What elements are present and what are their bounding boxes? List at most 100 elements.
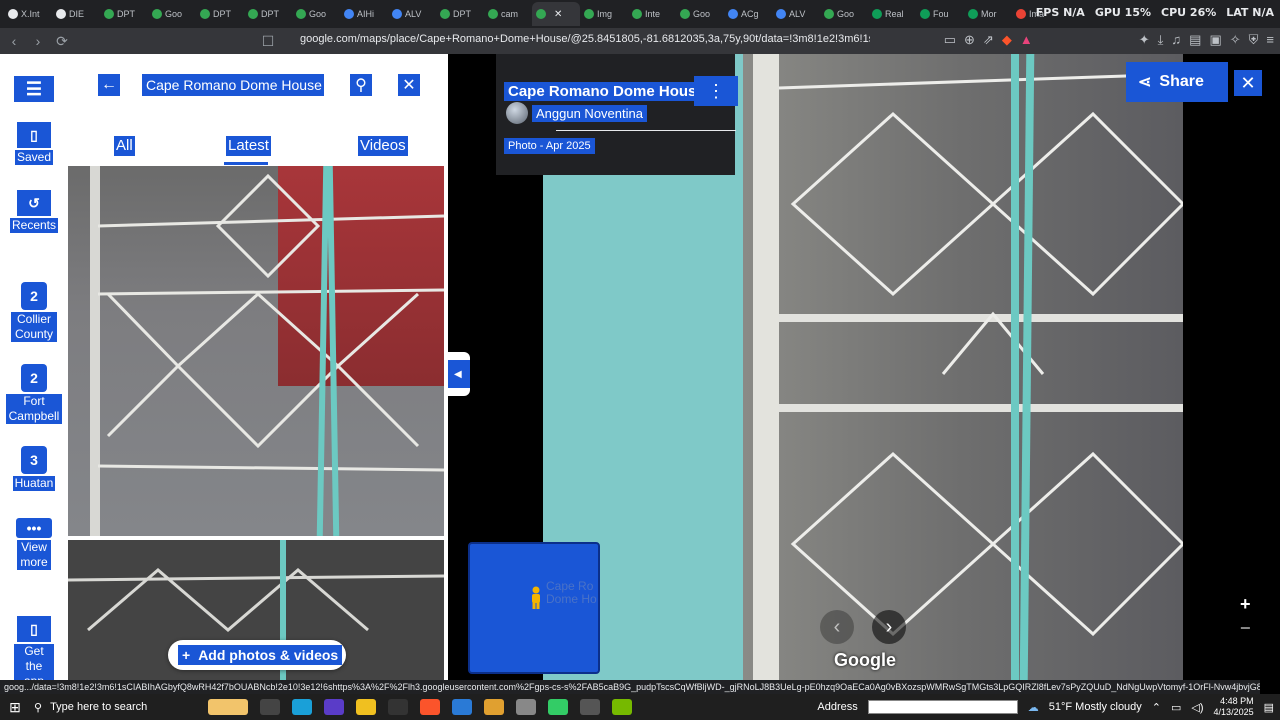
close-viewer-icon[interactable]: ✕: [1234, 70, 1262, 96]
search-icon[interactable]: ⚲: [350, 74, 372, 96]
recent-item-huatan[interactable]: 3 Huatan: [0, 446, 68, 491]
plus-icon: +: [182, 647, 191, 663]
windows-start-icon[interactable]: ⊞: [0, 699, 30, 716]
browser-tab[interactable]: DPT: [100, 2, 148, 26]
tab-favicon-icon: [632, 9, 642, 19]
browser-tab[interactable]: Goo: [676, 2, 724, 26]
app-icon[interactable]: [452, 699, 472, 715]
photo-thumbnail[interactable]: [68, 166, 444, 536]
taskbar-search[interactable]: ⚲ Type here to search: [30, 701, 170, 714]
browser-tab[interactable]: DPT: [244, 2, 292, 26]
recent-item-collier[interactable]: 2 Collier County: [0, 282, 68, 342]
app-icon[interactable]: [548, 699, 568, 715]
file-explorer-icon[interactable]: [356, 699, 376, 715]
forward-icon[interactable]: ›: [28, 31, 48, 51]
minimap[interactable]: Cape Ro Dome Ho: [468, 542, 600, 674]
media-icon[interactable]: ♫: [1171, 32, 1181, 48]
search-input[interactable]: Cape Romano Dome House: [142, 74, 324, 96]
back-arrow-icon[interactable]: ←: [98, 74, 120, 96]
saved-button[interactable]: ▯ Saved: [0, 122, 68, 165]
share-button[interactable]: ⋖ Share: [1126, 62, 1228, 102]
news-icon[interactable]: [208, 699, 248, 715]
network-icon[interactable]: ▭: [1171, 701, 1181, 714]
browser-tab[interactable]: DIE: [52, 2, 100, 26]
app-icon[interactable]: [516, 699, 536, 715]
close-icon[interactable]: ✕: [398, 74, 420, 96]
tab-videos[interactable]: Videos: [358, 136, 408, 156]
search-icon: ⚲: [34, 701, 43, 714]
add-photos-button[interactable]: + Add photos & videos: [168, 640, 346, 670]
brave-icon[interactable]: [420, 699, 440, 715]
next-photo-icon[interactable]: ›: [872, 610, 906, 644]
reload-icon[interactable]: ⟳: [52, 31, 72, 51]
browser-tab[interactable]: cam: [484, 2, 532, 26]
url-field[interactable]: google.com/maps/place/Cape+Romano+Dome+H…: [300, 33, 870, 45]
tab-close-icon[interactable]: ✕: [554, 9, 562, 20]
tab-label: DPT: [117, 9, 135, 19]
browser-tab[interactable]: Inte: [628, 2, 676, 26]
volume-icon[interactable]: ◁): [1191, 701, 1203, 714]
tab-label: Goo: [837, 9, 855, 19]
extensions-icon[interactable]: ✦: [1139, 32, 1150, 48]
browser-tab[interactable]: Real: [868, 2, 916, 26]
browser-tab[interactable]: Mor: [964, 2, 1012, 26]
weather-text[interactable]: 51°F Mostly cloudy: [1049, 701, 1142, 713]
notifications-icon[interactable]: ▤: [1264, 701, 1274, 714]
browser-tab[interactable]: AIHi: [340, 2, 388, 26]
view-more-button[interactable]: ••• View more: [0, 518, 68, 570]
recent-item-fort-campbell[interactable]: 2 Fort Campbell: [0, 364, 68, 424]
browser-tab[interactable]: X.Int: [4, 2, 52, 26]
bookmark-icon[interactable]: ☐: [258, 31, 278, 51]
tab-favicon-icon: [152, 9, 162, 19]
tab-label: Goo: [309, 9, 327, 19]
place-title[interactable]: Cape Romano Dome House: [504, 82, 709, 101]
recent-label: Fort Campbell: [6, 394, 62, 424]
get-app-button[interactable]: ▯ Get the app: [0, 616, 68, 689]
zoom-icon[interactable]: ⊕: [964, 32, 975, 48]
media-player-icon[interactable]: [580, 699, 600, 715]
wallet-icon[interactable]: ▣: [1209, 32, 1221, 48]
toolbar-spacer: [1041, 32, 1131, 48]
app-icon[interactable]: [388, 699, 408, 715]
tab-all[interactable]: All: [114, 136, 135, 156]
clock[interactable]: 4:48 PM 4/13/2025: [1214, 696, 1254, 718]
more-options-icon[interactable]: ⋮: [694, 76, 738, 106]
browser-tab[interactable]: ALV: [772, 2, 820, 26]
menu-button[interactable]: ☰: [0, 76, 68, 102]
app-icon[interactable]: [484, 699, 504, 715]
menu-icon[interactable]: ≡: [1266, 32, 1274, 48]
browser-tab[interactable]: Img: [580, 2, 628, 26]
rewards-icon[interactable]: ▲: [1020, 32, 1033, 48]
download-icon[interactable]: ⤓: [1158, 32, 1164, 48]
edge-icon[interactable]: [292, 699, 312, 715]
tray-chevron-icon[interactable]: ⌃: [1152, 701, 1161, 714]
author-row[interactable]: Anggun Noventina: [506, 102, 647, 124]
recents-button[interactable]: ↺ Recents: [0, 190, 68, 233]
zoom-in-icon[interactable]: +: [1240, 594, 1251, 615]
browser-tab[interactable]: ACg: [724, 2, 772, 26]
prev-photo-icon[interactable]: ‹: [820, 610, 854, 644]
sidebar-icon[interactable]: ▤: [1189, 32, 1201, 48]
browser-tab[interactable]: Goo: [292, 2, 340, 26]
address-toolbar-input[interactable]: [867, 700, 1018, 714]
brave-shield-icon[interactable]: ◆: [1002, 32, 1012, 48]
screen-icon[interactable]: ▭: [944, 32, 956, 48]
tab-latest[interactable]: Latest: [226, 136, 271, 156]
collapse-panel-button[interactable]: ◀: [448, 352, 470, 396]
back-icon[interactable]: ‹: [4, 31, 24, 51]
task-view-icon[interactable]: [260, 699, 280, 715]
browser-tab[interactable]: Goo: [148, 2, 196, 26]
zoom-out-icon[interactable]: −: [1240, 618, 1251, 639]
leo-icon[interactable]: ✧: [1230, 32, 1241, 48]
browser-tab[interactable]: DPT: [196, 2, 244, 26]
browser-tab[interactable]: ALV: [388, 2, 436, 26]
browser-tab[interactable]: DPT: [436, 2, 484, 26]
share-page-icon[interactable]: ⇗: [983, 32, 994, 48]
browser-tab[interactable]: ✕: [532, 2, 580, 26]
photo-tabs: All Latest Videos: [68, 134, 448, 165]
vpn-icon[interactable]: ⛨: [1249, 32, 1259, 48]
app-icon[interactable]: [324, 699, 344, 715]
nvidia-icon[interactable]: [612, 699, 632, 715]
browser-tab[interactable]: Goo: [820, 2, 868, 26]
browser-tab[interactable]: Fou: [916, 2, 964, 26]
